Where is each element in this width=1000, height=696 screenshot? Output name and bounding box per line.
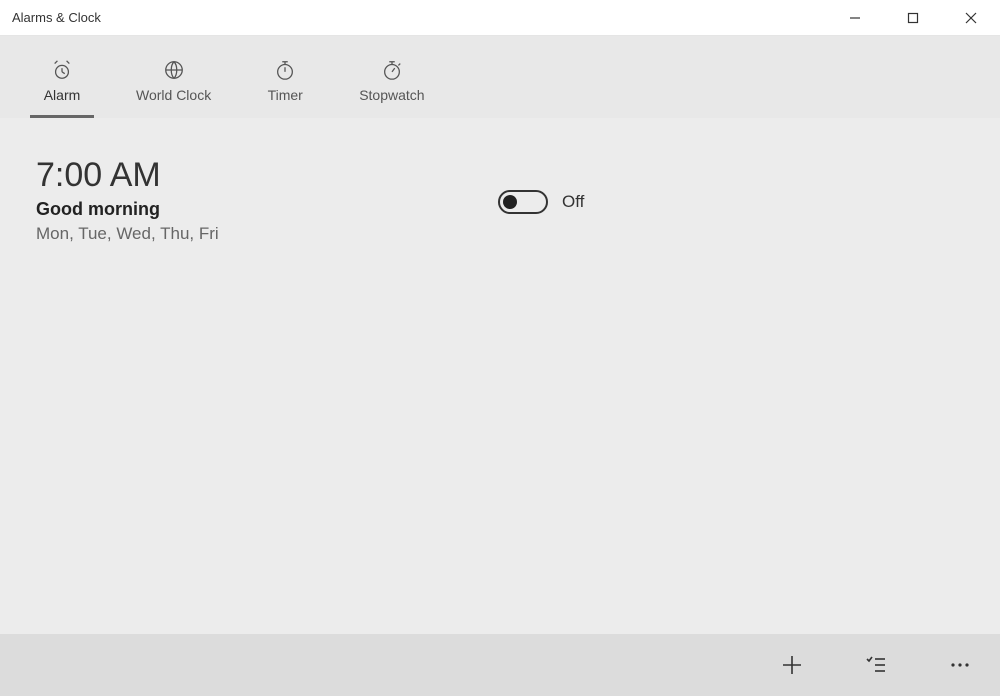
command-bar: [0, 634, 1000, 696]
toggle-track: [498, 190, 548, 214]
minimize-icon: [849, 12, 861, 24]
tab-world-clock[interactable]: World Clock: [124, 51, 223, 118]
maximize-icon: [907, 12, 919, 24]
close-button[interactable]: [942, 0, 1000, 36]
stopwatch-icon: [381, 59, 403, 81]
alarm-toggle[interactable]: Off: [498, 190, 584, 214]
select-list-icon: [864, 653, 888, 677]
toggle-state-label: Off: [562, 192, 584, 212]
more-button[interactable]: [940, 645, 980, 685]
tab-label: Stopwatch: [359, 87, 424, 103]
content-area: 7:00 AM Good morning Mon, Tue, Wed, Thu,…: [0, 118, 1000, 634]
close-icon: [965, 12, 977, 24]
alarm-clock-icon: [51, 59, 73, 81]
titlebar: Alarms & Clock: [0, 0, 1000, 36]
timer-icon: [274, 59, 296, 81]
tabbar: Alarm World Clock Timer Stopwatch: [0, 36, 1000, 118]
tab-label: Timer: [268, 87, 303, 103]
plus-icon: [780, 653, 804, 677]
add-alarm-button[interactable]: [772, 645, 812, 685]
minimize-button[interactable]: [826, 0, 884, 36]
alarm-info: 7:00 AM Good morning Mon, Tue, Wed, Thu,…: [36, 156, 219, 244]
tab-timer[interactable]: Timer: [253, 51, 317, 118]
toggle-knob: [503, 195, 517, 209]
world-clock-icon: [163, 59, 185, 81]
window-controls: [826, 0, 1000, 36]
tab-label: World Clock: [136, 87, 211, 103]
select-alarms-button[interactable]: [856, 645, 896, 685]
alarm-days: Mon, Tue, Wed, Thu, Fri: [36, 224, 219, 244]
maximize-button[interactable]: [884, 0, 942, 36]
alarm-item[interactable]: 7:00 AM Good morning Mon, Tue, Wed, Thu,…: [36, 156, 964, 244]
tab-stopwatch[interactable]: Stopwatch: [347, 51, 436, 118]
tab-alarm[interactable]: Alarm: [30, 51, 94, 118]
tab-label: Alarm: [44, 87, 81, 103]
app-title: Alarms & Clock: [12, 10, 826, 25]
more-icon: [948, 653, 972, 677]
alarm-name: Good morning: [36, 199, 219, 220]
alarm-time: 7:00 AM: [36, 156, 219, 195]
